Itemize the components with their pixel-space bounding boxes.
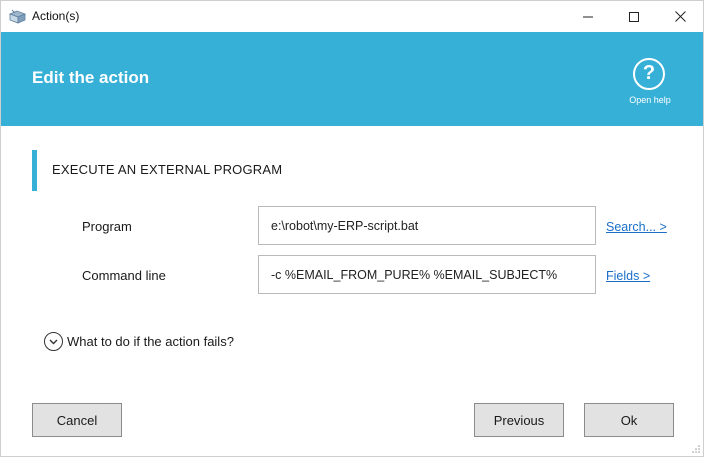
open-help-button[interactable]: ? Open help <box>621 56 679 112</box>
window-title: Action(s) <box>32 9 80 23</box>
app-icon <box>9 9 26 24</box>
section-title: EXECUTE AN EXTERNAL PROGRAM <box>52 162 283 177</box>
cancel-button[interactable]: Cancel <box>32 403 122 437</box>
fields-link[interactable]: Fields > <box>606 269 650 283</box>
title-bar[interactable]: Action(s) <box>1 1 703 32</box>
maximize-button[interactable] <box>611 1 657 32</box>
program-label: Program <box>82 219 132 234</box>
ok-button[interactable]: Ok <box>584 403 674 437</box>
program-field[interactable] <box>258 206 596 245</box>
action-dialog-window: Action(s) Edit the action ? Open help EX… <box>0 0 704 457</box>
close-icon <box>674 11 686 22</box>
question-icon: ? <box>633 58 665 90</box>
resize-grip-icon[interactable] <box>691 444 701 454</box>
minimize-icon <box>583 16 593 17</box>
failure-options-label: What to do if the action fails? <box>67 334 234 349</box>
search-link[interactable]: Search... > <box>606 220 667 234</box>
open-help-label: Open help <box>629 95 671 105</box>
maximize-icon <box>629 11 639 22</box>
dialog-header: Edit the action ? Open help <box>1 32 703 126</box>
minimize-button[interactable] <box>565 1 611 32</box>
close-button[interactable] <box>657 1 703 32</box>
page-title: Edit the action <box>32 68 150 87</box>
chevron-down-icon <box>44 332 63 351</box>
section-accent-bar <box>32 150 37 191</box>
command-line-field[interactable] <box>258 255 596 294</box>
failure-options-expander[interactable]: What to do if the action fails? <box>44 332 234 351</box>
previous-button[interactable]: Previous <box>474 403 564 437</box>
command-line-label: Command line <box>82 268 166 283</box>
